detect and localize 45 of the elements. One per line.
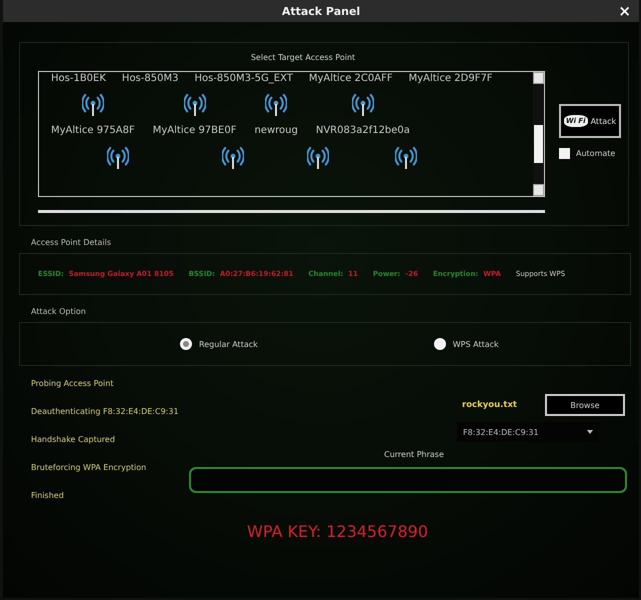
access-point-name[interactable]: Hos-850M3 (122, 73, 178, 85)
scroll-up-button[interactable] (533, 72, 544, 84)
access-point-name[interactable]: NVR083a2f12be0a (316, 125, 410, 136)
scroll-thumb[interactable] (534, 125, 543, 163)
caret-icon (587, 430, 593, 434)
scroll-down-button[interactable] (533, 184, 544, 196)
access-point-name[interactable]: MyAltice 2C0AFF (308, 73, 393, 85)
wifi-antenna-icon (395, 146, 417, 170)
access-point-name[interactable]: newroug (254, 125, 298, 136)
section-label: Access Point Details (31, 238, 112, 247)
access-point-name[interactable]: Hos-1B0EK (51, 73, 106, 85)
access-point-name[interactable]: MyAltice 975A8F (51, 125, 135, 136)
wifi-antenna-icon (265, 93, 288, 117)
section-label: Select Target Access Point (250, 53, 356, 62)
status-step: Finished (31, 490, 181, 502)
browse-button[interactable]: Browse (545, 394, 625, 416)
wifi-antenna-icon (352, 93, 374, 117)
field-label: Current Phrase (383, 450, 445, 459)
radio-label: WPS Attack (452, 340, 499, 348)
wpa-key-text: WPA KEY: 1234567890 (247, 522, 429, 541)
checkbox-label: Automate (576, 149, 616, 158)
radio-button[interactable] (180, 338, 192, 350)
automate-checkbox[interactable] (559, 148, 570, 159)
access-point-name[interactable]: MyAltice 2D9F7F (408, 73, 493, 85)
wordlist-file: rockyou.txt (462, 400, 517, 410)
radio-label: Regular Attack (199, 340, 258, 348)
section-label: Attack Option (31, 307, 87, 316)
status-step: Probing Access Point (31, 378, 181, 390)
status-step: Bruteforcing WPA Encryption (31, 462, 181, 474)
status-step: Handshake Captured (31, 434, 181, 446)
scrollbar[interactable] (533, 72, 544, 196)
horizontal-scrollbar[interactable] (38, 210, 545, 213)
close-button[interactable]: × (616, 2, 633, 20)
wifi-antenna-icon (222, 146, 244, 170)
wifi-antenna-icon (107, 146, 129, 170)
wifi-antenna-icon (184, 93, 206, 117)
access-point-name[interactable]: Hos-850M3-5G_EXT (194, 73, 293, 85)
window-title: Attack Panel (282, 4, 360, 18)
client-dropdown[interactable]: F8:32:E4:DE:C9:31 (457, 422, 599, 442)
wifi-antenna-icon (307, 146, 329, 170)
wifi-antenna-icon (82, 93, 104, 117)
status-step: Deauthenticating F8:32:E4:DE:C9:31 (31, 406, 181, 418)
phrase-field[interactable] (189, 467, 627, 493)
radio-button[interactable] (434, 338, 446, 350)
access-point-name[interactable]: MyAltice 97BE0F (152, 125, 236, 136)
